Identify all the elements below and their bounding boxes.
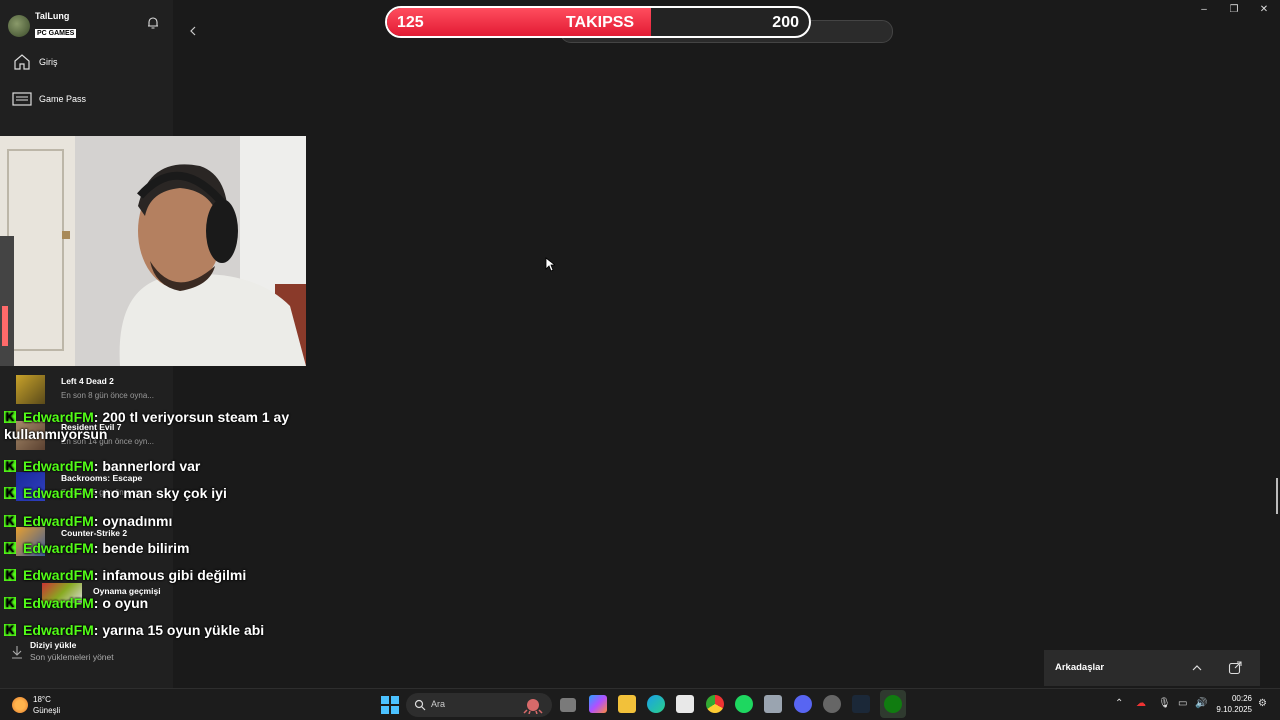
chat-message: EdwardFM: o oyun xyxy=(4,595,324,612)
start-button[interactable] xyxy=(381,696,399,714)
taskbar: 18°C Güneşli Ara ⌃ ☁ 🎙 ▭ 🔊 00:26 9.10.20… xyxy=(0,688,1280,720)
download-icon xyxy=(12,646,22,659)
chat-text: : bende bilirim xyxy=(93,540,190,556)
taskbar-search[interactable]: Ara xyxy=(406,693,552,717)
chat-text: : oynadınmı xyxy=(93,513,173,529)
chat-username: EdwardFM xyxy=(23,458,94,474)
kick-icon xyxy=(4,540,16,557)
home-icon xyxy=(14,54,30,70)
chat-username: EdwardFM xyxy=(23,485,94,501)
restore-icon[interactable]: ❐ xyxy=(1227,4,1241,16)
scrollbar[interactable] xyxy=(1276,478,1278,514)
chat-username: EdwardFM xyxy=(23,540,94,556)
chat-username: EdwardFM xyxy=(23,513,94,529)
goal-title: TAKIPSS xyxy=(565,14,635,31)
chat-username: EdwardFM xyxy=(23,622,94,638)
clock-time: 00:26 xyxy=(1231,694,1252,703)
chat-text: : yarına 15 oyun yükle abi xyxy=(93,622,265,638)
gamertag: TalLung xyxy=(35,11,70,21)
search-icon xyxy=(414,699,426,711)
weather-condition: Güneşli xyxy=(33,706,61,715)
chat-username: EdwardFM xyxy=(23,567,94,583)
back-chevron-icon[interactable] xyxy=(186,24,200,38)
steam-icon[interactable] xyxy=(852,695,870,713)
store-icon[interactable] xyxy=(676,695,694,713)
pop-out-icon[interactable] xyxy=(1228,661,1242,675)
chat-message: EdwardFM: no man sky çok iyi xyxy=(4,485,324,502)
chat-text: : bannerlord var xyxy=(93,458,201,474)
game-thumbnail xyxy=(16,375,45,404)
kick-icon xyxy=(4,485,16,502)
game-title: Left 4 Dead 2 xyxy=(61,376,114,386)
kick-icon xyxy=(4,622,16,639)
chevron-up-icon[interactable] xyxy=(1191,662,1203,674)
kick-icon xyxy=(4,513,16,530)
task-view-icon[interactable] xyxy=(560,698,576,712)
minimize-icon[interactable]: – xyxy=(1197,4,1211,16)
sidebar-item-home[interactable]: Giriş xyxy=(12,52,58,72)
sidebar-item-label: Giriş xyxy=(39,57,58,67)
game-pass-icon xyxy=(12,92,32,106)
xbox-icon[interactable] xyxy=(884,695,902,713)
chat-message: EdwardFM: oynadınmı xyxy=(4,513,324,530)
profile[interactable]: TalLung PC GAMES xyxy=(8,11,77,40)
copilot-icon[interactable] xyxy=(589,695,607,713)
volume-icon[interactable]: 🔊 xyxy=(1195,698,1207,709)
chat-username: EdwardFM xyxy=(23,409,94,425)
microphone-icon[interactable]: 🎙 xyxy=(1158,698,1171,709)
sun-icon xyxy=(12,697,28,713)
chat-message: EdwardFM: 200 tl veriyorsun steam 1 ay k… xyxy=(4,409,324,443)
cloud-icon[interactable]: ☁ xyxy=(1136,698,1146,709)
recent-game-item[interactable]: Left 4 Dead 2 En son 8 gün önce oyna... xyxy=(16,375,176,409)
mouse-cursor-icon xyxy=(545,257,555,272)
kick-icon xyxy=(4,595,16,612)
gear-icon[interactable]: ⚙ xyxy=(1258,698,1267,709)
sidebar-item-label: Game Pass xyxy=(39,94,87,104)
chat-text: : infamous gibi değilmi xyxy=(93,567,247,583)
discord-icon[interactable] xyxy=(794,695,812,713)
chat-message: EdwardFM: yarına 15 oyun yükle abi xyxy=(4,622,324,639)
goal-max: 200 xyxy=(772,14,799,31)
download-title: Diziyi yükle xyxy=(30,640,77,650)
clock[interactable]: 00:26 9.10.2025 xyxy=(1212,694,1252,714)
kick-icon xyxy=(4,409,16,426)
chat-message: EdwardFM: infamous gibi değilmi xyxy=(4,567,324,584)
download-queue[interactable]: Diziyi yükle Son yüklemeleri yönet xyxy=(10,640,170,666)
chat-message: EdwardFM: bende bilirim xyxy=(4,540,324,557)
weather-temp: 18°C xyxy=(33,695,51,704)
chrome-icon[interactable] xyxy=(706,695,724,713)
kick-icon xyxy=(4,567,16,584)
clock-date: 9.10.2025 xyxy=(1216,705,1252,714)
pc-games-badge: PC GAMES xyxy=(35,29,77,38)
settings-app-icon[interactable] xyxy=(764,695,782,713)
download-subtitle: Son yüklemeleri yönet xyxy=(30,652,114,662)
chat-text: : no man sky çok iyi xyxy=(93,485,227,501)
obs-icon[interactable] xyxy=(823,695,841,713)
network-icon[interactable]: ▭ xyxy=(1178,698,1187,709)
webcam-image xyxy=(0,136,306,366)
chat-username: EdwardFM xyxy=(23,595,94,611)
chat-text: : o oyun xyxy=(93,595,149,611)
avatar xyxy=(8,14,30,37)
spotify-icon[interactable] xyxy=(735,695,753,713)
chevron-up-icon[interactable]: ⌃ xyxy=(1115,698,1123,709)
webcam-overlay xyxy=(0,136,306,366)
friends-label: Arkadaşlar xyxy=(1055,662,1105,673)
desktop: TalLung PC GAMES Giriş Game Pass Left 4 … xyxy=(0,0,1280,720)
search-label: Ara xyxy=(431,699,446,709)
game-last-played: En son 8 gün önce oyna... xyxy=(61,391,154,400)
bell-icon[interactable] xyxy=(146,16,160,30)
kick-icon xyxy=(4,458,16,475)
friends-panel[interactable]: Arkadaşlar xyxy=(1044,650,1260,686)
file-explorer-icon[interactable] xyxy=(618,695,636,713)
sidebar-item-game-pass[interactable]: Game Pass xyxy=(12,89,86,109)
chat-message: EdwardFM: bannerlord var xyxy=(4,458,324,475)
search-highlight-icon xyxy=(523,699,543,714)
follower-goal-bar: 125 TAKIPSS 200 xyxy=(385,6,811,38)
close-icon[interactable]: ✕ xyxy=(1257,4,1271,16)
edge-icon[interactable] xyxy=(647,695,665,713)
